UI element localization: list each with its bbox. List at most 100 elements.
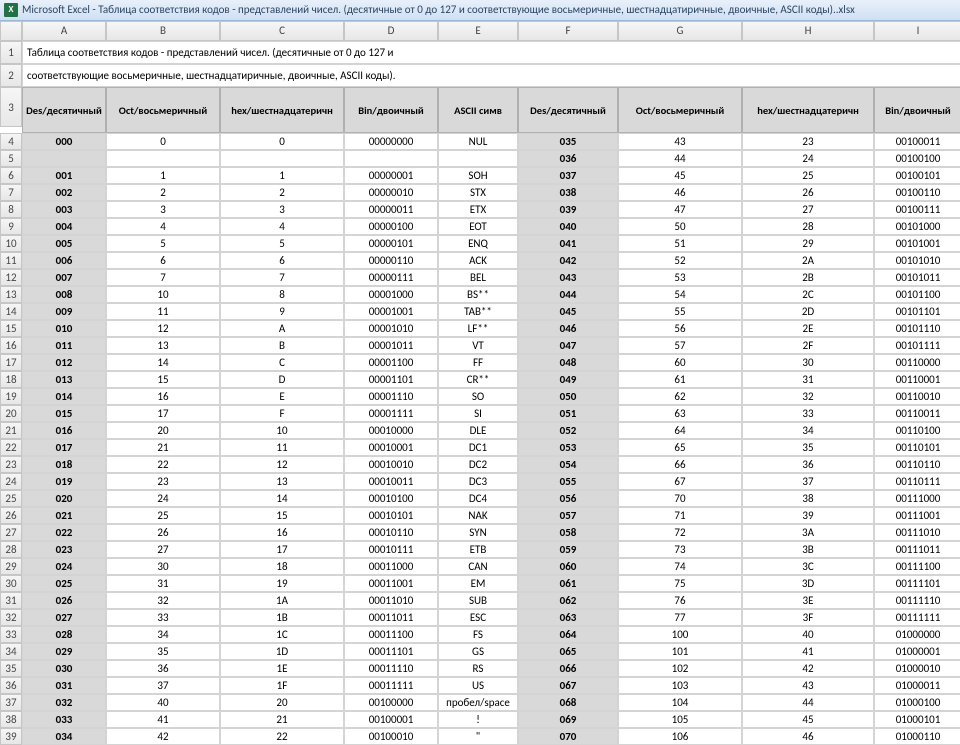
column-header-A[interactable]: A xyxy=(22,21,106,41)
cell-24-F[interactable]: 055 xyxy=(518,473,618,490)
column-header-H[interactable]: H xyxy=(742,21,874,41)
cell-11-I[interactable]: 00101010 xyxy=(874,252,960,269)
cell-19-H[interactable]: 32 xyxy=(742,388,874,405)
cell-35-G[interactable]: 102 xyxy=(618,660,742,677)
cell-21-B[interactable]: 20 xyxy=(106,422,220,439)
cell-25-F[interactable]: 056 xyxy=(518,490,618,507)
cell-6-D[interactable]: 00000001 xyxy=(344,167,438,184)
cell-26-A[interactable]: 021 xyxy=(22,507,106,524)
cell-8-I[interactable]: 00100111 xyxy=(874,201,960,218)
cell-6-C[interactable]: 1 xyxy=(220,167,344,184)
cell-16-I[interactable]: 00101111 xyxy=(874,337,960,354)
cell-11-B[interactable]: 6 xyxy=(106,252,220,269)
cell-13-H[interactable]: 2C xyxy=(742,286,874,303)
cell-37-A[interactable]: 032 xyxy=(22,694,106,711)
spreadsheet-grid[interactable]: ABCDEFGHIJ1Таблица соответствия кодов - … xyxy=(0,21,960,745)
cell-36-F[interactable]: 067 xyxy=(518,677,618,694)
row-header-19[interactable]: 19 xyxy=(0,388,22,405)
cell-30-F[interactable]: 061 xyxy=(518,575,618,592)
cell-22-H[interactable]: 35 xyxy=(742,439,874,456)
cell-23-I[interactable]: 00110110 xyxy=(874,456,960,473)
cell-5-C[interactable] xyxy=(220,150,344,167)
cell-30-G[interactable]: 75 xyxy=(618,575,742,592)
cell-19-B[interactable]: 16 xyxy=(106,388,220,405)
row-header-22[interactable]: 22 xyxy=(0,439,22,456)
column-header-B[interactable]: B xyxy=(106,21,220,41)
cell-39-I[interactable]: 01000110 xyxy=(874,728,960,745)
cell-30-E[interactable]: EM xyxy=(438,575,518,592)
cell-7-I[interactable]: 00100110 xyxy=(874,184,960,201)
cell-4-A[interactable]: 000 xyxy=(22,133,106,150)
cell-24-D[interactable]: 00010011 xyxy=(344,473,438,490)
cell-30-D[interactable]: 00011001 xyxy=(344,575,438,592)
cell-38-A[interactable]: 033 xyxy=(22,711,106,728)
cell-12-B[interactable]: 7 xyxy=(106,269,220,286)
cell-22-C[interactable]: 11 xyxy=(220,439,344,456)
cell-10-H[interactable]: 29 xyxy=(742,235,874,252)
cell-23-G[interactable]: 66 xyxy=(618,456,742,473)
cell-30-I[interactable]: 00111101 xyxy=(874,575,960,592)
cell-28-B[interactable]: 27 xyxy=(106,541,220,558)
cell-27-B[interactable]: 26 xyxy=(106,524,220,541)
cell-17-H[interactable]: 30 xyxy=(742,354,874,371)
row-header-18[interactable]: 18 xyxy=(0,371,22,388)
cell-13-G[interactable]: 54 xyxy=(618,286,742,303)
cell-18-B[interactable]: 15 xyxy=(106,371,220,388)
cell-16-H[interactable]: 2F xyxy=(742,337,874,354)
row-header-29[interactable]: 29 xyxy=(0,558,22,575)
cell-24-A[interactable]: 019 xyxy=(22,473,106,490)
cell-5-D[interactable] xyxy=(344,150,438,167)
cell-14-C[interactable]: 9 xyxy=(220,303,344,320)
column-header-G[interactable]: G xyxy=(618,21,742,41)
row-header-28[interactable]: 28 xyxy=(0,541,22,558)
cell-11-G[interactable]: 52 xyxy=(618,252,742,269)
cell-21-E[interactable]: DLE xyxy=(438,422,518,439)
cell-36-A[interactable]: 031 xyxy=(22,677,106,694)
cell-27-G[interactable]: 72 xyxy=(618,524,742,541)
cell-31-I[interactable]: 00111110 xyxy=(874,592,960,609)
row-header-6[interactable]: 6 xyxy=(0,167,22,184)
row-header-32[interactable]: 32 xyxy=(0,609,22,626)
cell-25-E[interactable]: DC4 xyxy=(438,490,518,507)
cell-36-I[interactable]: 01000011 xyxy=(874,677,960,694)
cell-29-G[interactable]: 74 xyxy=(618,558,742,575)
cell-28-I[interactable]: 00111011 xyxy=(874,541,960,558)
cell-27-H[interactable]: 3A xyxy=(742,524,874,541)
cell-5-A[interactable] xyxy=(22,150,106,167)
cell-12-A[interactable]: 007 xyxy=(22,269,106,286)
cell-20-A[interactable]: 015 xyxy=(22,405,106,422)
cell-27-A[interactable]: 022 xyxy=(22,524,106,541)
cell-24-C[interactable]: 13 xyxy=(220,473,344,490)
cell-17-E[interactable]: FF xyxy=(438,354,518,371)
cell-6-E[interactable]: SOH xyxy=(438,167,518,184)
cell-9-I[interactable]: 00101000 xyxy=(874,218,960,235)
cell-26-E[interactable]: NAK xyxy=(438,507,518,524)
cell-12-C[interactable]: 7 xyxy=(220,269,344,286)
cell-25-I[interactable]: 00111000 xyxy=(874,490,960,507)
cell-19-E[interactable]: SO xyxy=(438,388,518,405)
cell-26-F[interactable]: 057 xyxy=(518,507,618,524)
cell-15-I[interactable]: 00101110 xyxy=(874,320,960,337)
cell-8-F[interactable]: 039 xyxy=(518,201,618,218)
cell-8-C[interactable]: 3 xyxy=(220,201,344,218)
row-header-15[interactable]: 15 xyxy=(0,320,22,337)
cell-34-B[interactable]: 35 xyxy=(106,643,220,660)
cell-9-G[interactable]: 50 xyxy=(618,218,742,235)
cell-7-F[interactable]: 038 xyxy=(518,184,618,201)
cell-25-A[interactable]: 020 xyxy=(22,490,106,507)
cell-12-D[interactable]: 00000111 xyxy=(344,269,438,286)
cell-27-F[interactable]: 058 xyxy=(518,524,618,541)
cell-29-A[interactable]: 024 xyxy=(22,558,106,575)
cell-21-H[interactable]: 34 xyxy=(742,422,874,439)
cell-29-C[interactable]: 18 xyxy=(220,558,344,575)
cell-26-C[interactable]: 15 xyxy=(220,507,344,524)
cell-30-C[interactable]: 19 xyxy=(220,575,344,592)
cell-22-G[interactable]: 65 xyxy=(618,439,742,456)
row-header-5[interactable]: 5 xyxy=(0,150,22,167)
cell-17-C[interactable]: C xyxy=(220,354,344,371)
cell-17-G[interactable]: 60 xyxy=(618,354,742,371)
cell-23-E[interactable]: DC2 xyxy=(438,456,518,473)
cell-9-H[interactable]: 28 xyxy=(742,218,874,235)
cell-34-A[interactable]: 029 xyxy=(22,643,106,660)
cell-38-F[interactable]: 069 xyxy=(518,711,618,728)
